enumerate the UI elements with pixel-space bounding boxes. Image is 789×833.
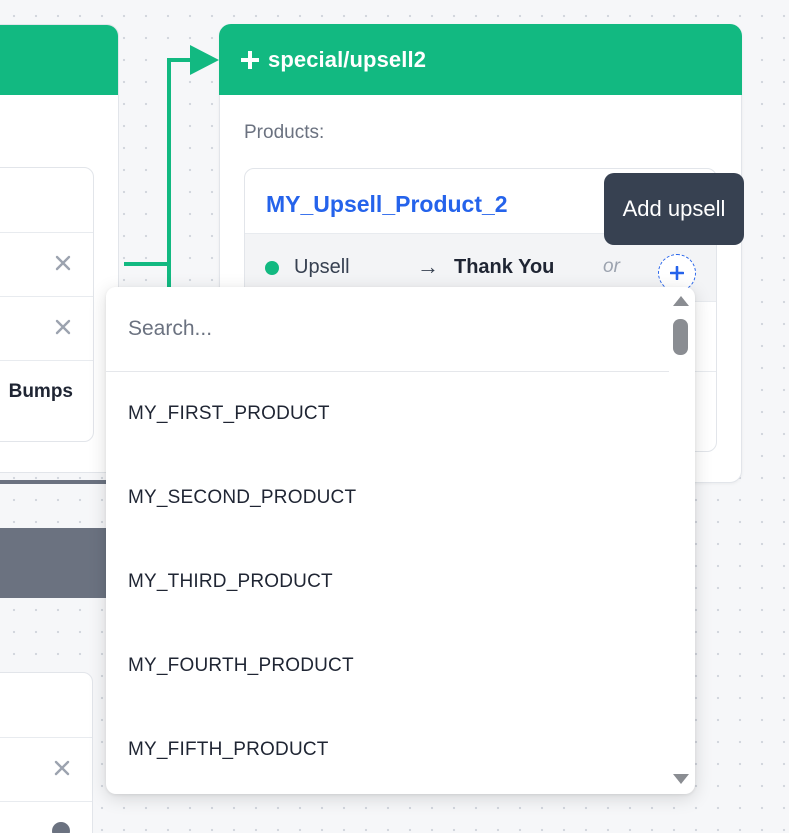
connector-arrow-head [190, 45, 219, 75]
plus-icon [670, 266, 684, 280]
tooltip-text: Add upsell [622, 196, 726, 221]
arrow-right-icon: → [417, 254, 439, 279]
product-option[interactable]: MY_SECOND_PRODUCT [106, 456, 669, 540]
connector-line [124, 58, 205, 266]
scroll-up-arrow-icon[interactable] [672, 295, 690, 307]
node-title: special/upsell2 [268, 46, 427, 72]
close-icon[interactable] [54, 760, 70, 776]
info-icon[interactable] [52, 822, 70, 833]
products-label: Products: [244, 122, 325, 143]
upsell-label: Upsell [294, 256, 350, 278]
previous-node-gray-header [0, 528, 106, 598]
previous-node-row [0, 232, 93, 296]
product-title-link[interactable]: MY_Upsell_Product_2 [266, 191, 508, 218]
previous-node-products: Bumps [0, 167, 94, 442]
product-option[interactable]: MY_FIFTH_PRODUCT [106, 708, 669, 792]
scroll-down-arrow-icon[interactable] [672, 773, 690, 785]
product-select-dropdown: MY_FIRST_PRODUCT MY_SECOND_PRODUCT MY_TH… [106, 287, 695, 794]
add-upsell-tooltip: Add upsell [604, 173, 744, 245]
previous-node-row [0, 801, 92, 833]
product-option[interactable]: MY_THIRD_PRODUCT [106, 540, 669, 624]
status-dot-icon [265, 261, 279, 275]
close-icon[interactable] [55, 255, 71, 271]
bumps-label: Bumps [8, 381, 73, 402]
previous-node-row [0, 737, 92, 801]
thank-you-target[interactable]: Thank You [454, 256, 554, 279]
node-header[interactable]: special/upsell2 [219, 24, 742, 95]
previous-node-header [0, 25, 118, 95]
divider [0, 480, 106, 484]
product-option[interactable]: MY_FOURTH_PRODUCT [106, 624, 669, 708]
previous-node-card: Bumps [0, 24, 119, 473]
close-icon[interactable] [55, 319, 71, 335]
previous-node-row [0, 296, 93, 360]
previous-node-row: Bumps [0, 360, 93, 424]
product-option-list: MY_FIRST_PRODUCT MY_SECOND_PRODUCT MY_TH… [106, 372, 669, 792]
search-input[interactable] [106, 287, 669, 372]
previous-node-card-lower [0, 672, 93, 833]
plus-icon [241, 50, 259, 69]
or-label: or [603, 256, 620, 277]
scrollbar-thumb[interactable] [673, 319, 688, 355]
product-option[interactable]: MY_FIRST_PRODUCT [106, 372, 669, 456]
